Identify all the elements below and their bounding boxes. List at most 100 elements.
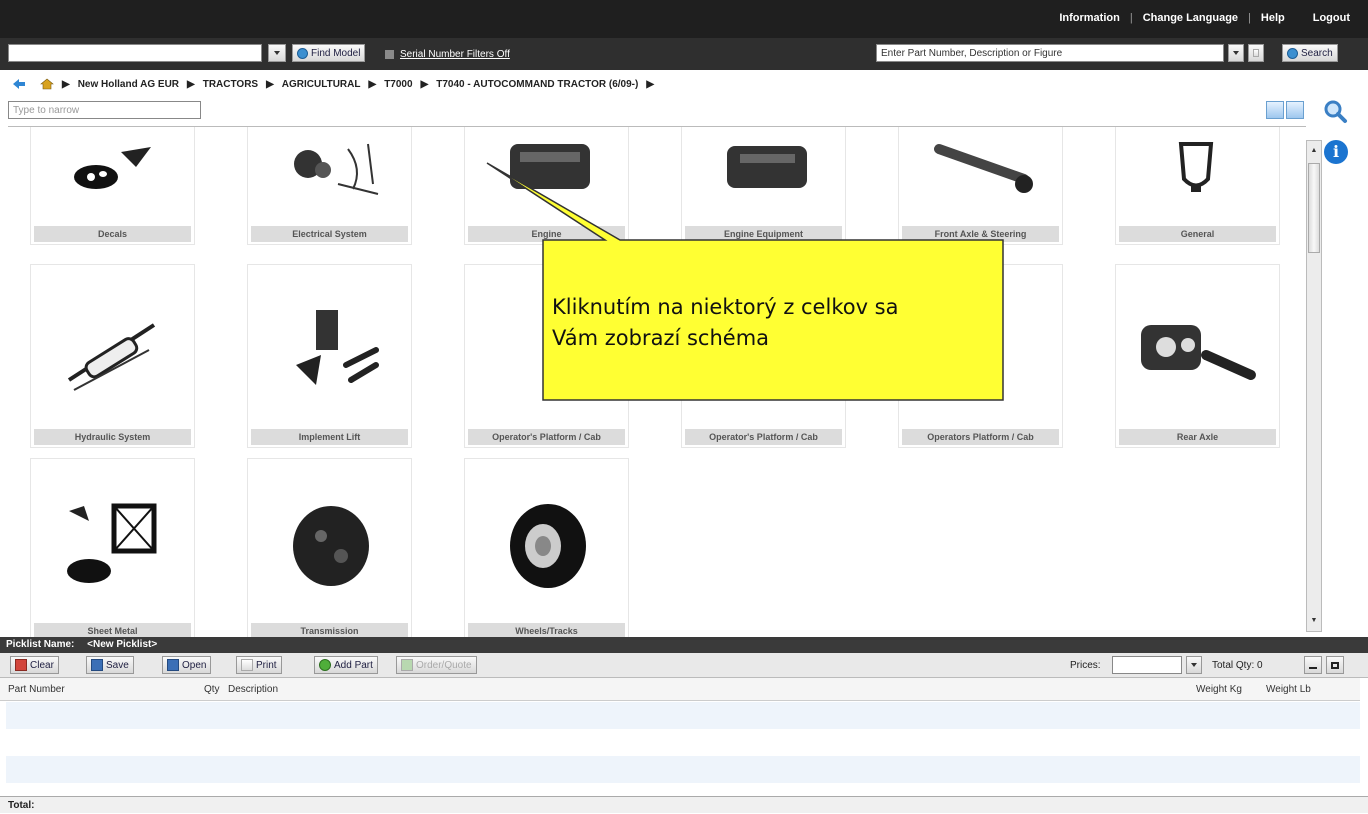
tile-caption: Hydraulic System	[34, 429, 191, 445]
chevron-down-icon	[1191, 663, 1197, 667]
tile-engine[interactable]: Engine	[464, 127, 629, 245]
clear-label: Clear	[30, 659, 54, 671]
breadcrumb-item[interactable]: T7040 - AUTOCOMMAND TRACTOR (6/09-)	[436, 79, 638, 90]
tile-caption: Decals	[34, 226, 191, 242]
tile-implement-lift[interactable]: Implement Lift	[247, 264, 412, 448]
scroll-down-icon[interactable]: ▼	[1308, 615, 1320, 627]
order-quote-button[interactable]: Order/Quote	[396, 656, 477, 674]
search-option-button[interactable]	[1248, 44, 1264, 62]
tile-front-axle-steering[interactable]: Front Axle & Steering	[898, 127, 1063, 245]
serial-filter-checkbox[interactable]	[385, 50, 394, 59]
add-part-button[interactable]: Add Part	[314, 656, 378, 674]
print-label: Print	[256, 659, 277, 671]
column-weight-lb[interactable]: Weight Lb	[1266, 684, 1311, 695]
tile-rear-axle[interactable]: Rear Axle	[1115, 264, 1280, 448]
tile-view-icon[interactable]	[1266, 101, 1284, 119]
picklist-name-value[interactable]: <New Picklist>	[87, 639, 157, 650]
tile-sheet-metal[interactable]: Sheet Metal	[30, 458, 195, 637]
tile-caption: Sheet Metal	[34, 623, 191, 637]
trash-icon	[15, 659, 27, 671]
minimize-button[interactable]	[1304, 656, 1322, 674]
open-button[interactable]: Open	[162, 656, 212, 674]
tile-decals[interactable]: Decals	[30, 127, 195, 245]
plus-icon	[319, 659, 331, 671]
prices-select[interactable]	[1112, 656, 1182, 674]
breadcrumb-item[interactable]: T7000	[384, 79, 412, 90]
logout-link[interactable]: Logout	[1313, 12, 1350, 24]
tile-electrical-system[interactable]: Electrical System	[247, 127, 412, 245]
table-row	[6, 756, 1360, 783]
search-button[interactable]: Search	[1282, 44, 1338, 62]
change-language-link[interactable]: Change Language	[1143, 12, 1238, 24]
grid-scrollbar[interactable]: ▲ ▼	[1306, 140, 1322, 632]
folder-icon	[167, 659, 179, 671]
column-part-number[interactable]: Part Number	[8, 684, 65, 695]
transmission-image	[293, 506, 369, 586]
clear-button[interactable]: Clear	[10, 656, 59, 674]
tile-wheels-tracks[interactable]: Wheels/Tracks	[464, 458, 629, 637]
column-weight-kg[interactable]: Weight Kg	[1196, 684, 1242, 695]
save-button[interactable]: Save	[86, 656, 134, 674]
tile-caption: Operator's Platform / Cab	[468, 429, 625, 445]
breadcrumb-item[interactable]: New Holland AG EUR	[78, 79, 179, 90]
tile-engine-equipment[interactable]: Engine Equipment	[681, 127, 846, 245]
serial-filter-link[interactable]: Serial Number Filters Off	[400, 49, 510, 60]
engine-image	[510, 144, 590, 189]
tile-caption: General	[1119, 226, 1276, 242]
tile-general[interactable]: General	[1115, 127, 1280, 245]
search-dropdown-button[interactable]	[1228, 44, 1244, 62]
picklist-toolbar: Clear Save Open Print Add Part Order/Quo…	[0, 653, 1368, 678]
info-icon[interactable]: i	[1324, 140, 1348, 164]
print-button[interactable]: Print	[236, 656, 282, 674]
list-view-icon[interactable]	[1286, 101, 1304, 119]
back-arrow-icon[interactable]	[12, 78, 26, 90]
breadcrumb-separator: ▶	[368, 78, 377, 90]
narrow-filter-input[interactable]: Type to narrow	[8, 101, 201, 119]
tile-caption: Wheels/Tracks	[468, 623, 625, 637]
breadcrumb-item[interactable]: TRACTORS	[203, 79, 258, 90]
separator: |	[1129, 12, 1133, 24]
tile-caption: Operators Platform / Cab	[902, 429, 1059, 445]
assembly-grid: Decals Electrical System Engine Engine E…	[8, 126, 1306, 637]
tile-caption: Engine Equipment	[685, 226, 842, 242]
picklist-total: Total:	[0, 796, 1368, 813]
breadcrumb-separator: ▶	[187, 78, 195, 90]
table-row	[6, 702, 1360, 729]
help-link[interactable]: Help	[1261, 12, 1285, 24]
callout-line: Vám zobrazí schéma	[552, 326, 770, 350]
column-description[interactable]: Description	[228, 684, 278, 695]
chevron-down-icon	[274, 51, 280, 55]
tile-caption: Rear Axle	[1119, 429, 1276, 445]
minimize-icon	[1309, 667, 1317, 669]
part-search-input[interactable]: Enter Part Number, Description or Figure	[876, 44, 1224, 62]
model-input[interactable]	[8, 44, 262, 62]
maximize-icon	[1331, 661, 1339, 669]
callout-line: Kliknutím na niektorý z celkov sa	[552, 295, 899, 319]
open-label: Open	[182, 659, 207, 671]
front-axle-image	[934, 144, 1033, 193]
scroll-thumb[interactable]	[1308, 163, 1320, 253]
magnifier-icon[interactable]	[1322, 98, 1348, 124]
total-qty: Total Qty: 0	[1212, 660, 1263, 671]
tile-caption: Implement Lift	[251, 429, 408, 445]
home-icon[interactable]	[40, 78, 54, 90]
maximize-button[interactable]	[1326, 656, 1344, 674]
tile-caption: Transmission	[251, 623, 408, 637]
tile-hydraulic-system[interactable]: Hydraulic System	[30, 264, 195, 448]
find-model-button[interactable]: Find Model	[292, 44, 366, 62]
search-label: Search	[1301, 47, 1333, 59]
prices-dropdown-button[interactable]	[1186, 656, 1202, 674]
model-dropdown-button[interactable]	[268, 44, 286, 62]
column-qty[interactable]: Qty	[204, 684, 220, 695]
tile-caption: Operator's Platform / Cab	[685, 429, 842, 445]
scroll-up-icon[interactable]: ▲	[1308, 145, 1320, 157]
tile-transmission[interactable]: Transmission	[247, 458, 412, 637]
electrical-system-image	[294, 143, 379, 195]
wheels-tracks-image	[510, 504, 586, 588]
information-link[interactable]: Information	[1059, 12, 1120, 24]
magnifier-icon	[1287, 47, 1298, 59]
breadcrumb-item[interactable]: AGRICULTURAL	[282, 79, 361, 90]
save-label: Save	[106, 659, 129, 671]
add-part-label: Add Part	[334, 659, 373, 671]
arrow-right-icon	[401, 659, 413, 671]
